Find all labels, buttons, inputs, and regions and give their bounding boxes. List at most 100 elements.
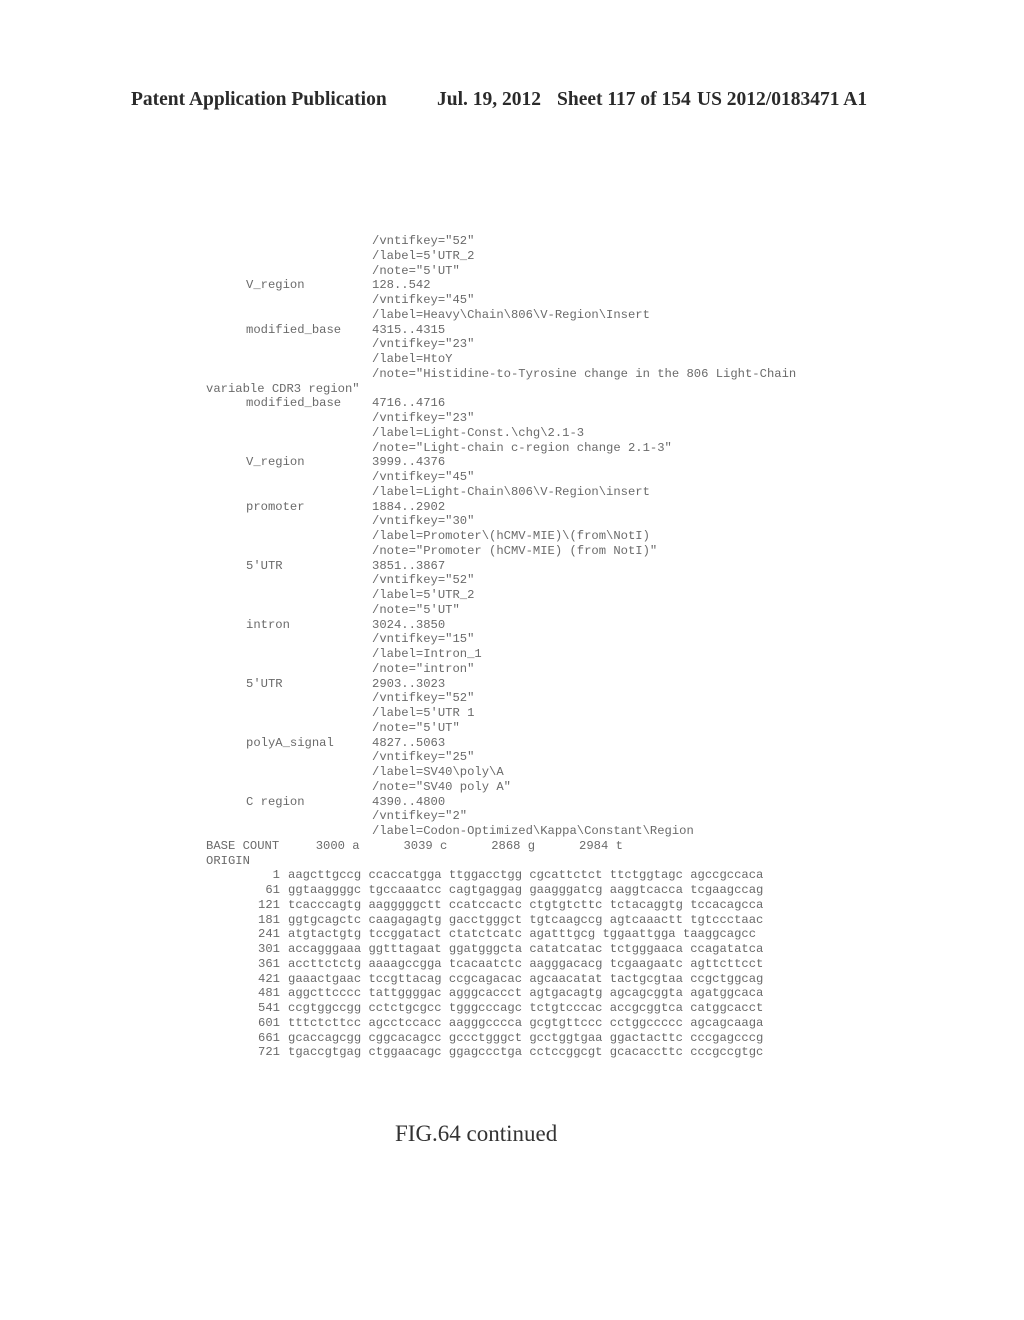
feature-value: 128..542 bbox=[372, 278, 431, 293]
sequence-block: ctgtgtcttc bbox=[529, 897, 603, 912]
origin-label: ORIGIN bbox=[206, 853, 250, 868]
feature-listing: /vntifkey="52"/label=5'UTR_2/note="5'UT"… bbox=[206, 234, 796, 868]
sequence-block: tccacagcca bbox=[690, 897, 764, 912]
sequence-block: caagagagtg bbox=[368, 912, 442, 927]
sequence-block: cctccggcgt bbox=[529, 1045, 603, 1060]
sequence-block: aaaagccgga bbox=[368, 956, 442, 971]
feature-value: /note="5'UT" bbox=[372, 602, 460, 617]
figure-caption: FIG.64 continued bbox=[395, 1121, 558, 1146]
feature-value: /note="5'UT" bbox=[372, 263, 460, 278]
sequence-block: gacctgggct bbox=[448, 912, 523, 927]
feature-line: polyA_signal 4827..5063 bbox=[206, 736, 796, 751]
sequence-block: tctacaggtg bbox=[609, 897, 683, 912]
sequence-position: 661 bbox=[258, 1030, 280, 1045]
feature-value: /vntifkey="52" bbox=[372, 573, 475, 588]
sequence-block: ccgtggccgg bbox=[288, 1001, 362, 1015]
sequence-block: aaggtcacca bbox=[609, 883, 683, 897]
feature-line: 5'UTR 2903..3023 bbox=[206, 677, 796, 692]
sequence-block: ctggaacagc bbox=[368, 1045, 442, 1060]
sequence-block: accgcggtca bbox=[609, 1001, 683, 1015]
feature-value: /vntifkey="15" bbox=[372, 632, 475, 647]
feature-line: /vntifkey="23" bbox=[206, 337, 796, 352]
feature-value: /label=Light-Const.\chg\2.1-3 bbox=[372, 425, 585, 440]
sequence-block: agcaacatat bbox=[529, 971, 603, 986]
feature-value: /note="Histidine-to-Tyrosine change in t… bbox=[372, 366, 797, 381]
feature-wrap-text: variable CDR3 region" bbox=[206, 381, 360, 396]
feature-value: /vntifkey="52" bbox=[372, 691, 475, 706]
sequence-block: agttcttcct bbox=[690, 956, 764, 971]
feature-value: 2903..3023 bbox=[372, 676, 446, 691]
sequence-block: catggcacct bbox=[690, 1001, 764, 1015]
feature-line: /note="5'UT" bbox=[206, 264, 796, 279]
feature-line: /vntifkey="52" bbox=[206, 234, 796, 249]
feature-line: /vntifkey="45" bbox=[206, 293, 796, 308]
publication-title: Patent Application Publication bbox=[131, 89, 387, 110]
sequence-position: 481 bbox=[258, 986, 280, 1001]
sequence-row: 361 accttctctg aaaagccgga tcacaatctc aagggac… bbox=[206, 957, 771, 972]
feature-value: /label=Heavy\Chain\806\V-Region\Insert bbox=[372, 307, 650, 322]
feature-line: variable CDR3 region" bbox=[206, 382, 796, 397]
sequence-block: agccgccaca bbox=[690, 868, 764, 883]
sequence-block: ttctggtagc bbox=[609, 868, 683, 883]
sequence-block: tgaccgtgag bbox=[288, 1045, 362, 1060]
feature-line: 5'UTR 3851..3867 bbox=[206, 559, 796, 574]
sequence-row: 481 aggcttcccc tattggggac agggcaccct agtgaca… bbox=[206, 986, 771, 1001]
feature-value: /label=5'UTR 1 bbox=[372, 706, 475, 720]
sequence-block: ggactacttc bbox=[609, 1030, 683, 1045]
sequence-block: accagggaaa bbox=[288, 942, 362, 956]
base-count: BASE COUNT 3000 a 3039 c 2868 g 2984 t bbox=[206, 839, 796, 854]
sequence-row: 421 gaaactgaac tccgttacag ccgcagacac agcaaca… bbox=[206, 972, 771, 987]
sequence-position: 61 bbox=[265, 883, 280, 897]
sequence-position: 421 bbox=[258, 971, 280, 986]
sequence-block: gccctgggct bbox=[448, 1030, 523, 1045]
sequence-block: ttggacctgg bbox=[448, 868, 523, 883]
sequence-block: agcagcaaga bbox=[690, 1015, 764, 1030]
feature-value: /vntifkey="52" bbox=[372, 234, 475, 248]
feature-line: /label=HtoY bbox=[206, 352, 796, 367]
feature-line: /vntifkey="52" bbox=[206, 691, 796, 706]
feature-key: promoter bbox=[246, 499, 305, 514]
feature-value: /vntifkey="25" bbox=[372, 750, 475, 765]
feature-value: /label=Light-Chain\806\V-Region\insert bbox=[372, 484, 650, 499]
sequence-block: cagtgaggag bbox=[448, 883, 523, 897]
sequence-position: 121 bbox=[258, 897, 280, 912]
feature-value: /vntifkey="23" bbox=[372, 411, 475, 425]
feature-value: /note="Promoter (hCMV-MIE) (from NotI)" bbox=[372, 543, 658, 558]
sequence-block: cctctgcgcc bbox=[368, 1001, 442, 1015]
sequence-block: atgtactgtg bbox=[288, 927, 362, 942]
sequence-block: tccgttacag bbox=[368, 971, 442, 986]
feature-key: modified_base bbox=[246, 396, 342, 411]
feature-key: 5'UTR bbox=[246, 558, 283, 573]
sequence-block: agcagcggta bbox=[609, 986, 683, 1001]
feature-key: modified_base bbox=[246, 322, 342, 337]
sequence-block: agggcaccct bbox=[448, 986, 523, 1001]
sequence-row: 661 gcaccagcgg cggcacagcc gccctgggct gcctggt… bbox=[206, 1031, 771, 1046]
sequence-block: cggcacagcc bbox=[368, 1030, 442, 1045]
sequence-row: 61 ggtaaggggc tgccaaatcc cagtgaggag gaagggat… bbox=[206, 883, 771, 898]
sequence-block: agcctccacc bbox=[368, 1015, 442, 1030]
feature-line: /label=Promoter\(hCMV-MIE)\(from\NotI) bbox=[206, 529, 796, 544]
sequence-row: 301 accagggaaa ggtttagaat ggatgggcta catatca… bbox=[206, 942, 771, 957]
feature-line: modified_base 4315..4315 bbox=[206, 323, 796, 338]
sequence-block: ccaccatgga bbox=[368, 868, 442, 883]
sequence-block: ccgcagacac bbox=[448, 971, 523, 986]
sequence-block: cccgccgtgc bbox=[690, 1045, 764, 1060]
feature-line: /label=Heavy\Chain\806\V-Region\Insert bbox=[206, 308, 796, 323]
feature-value: /note="intron" bbox=[372, 661, 475, 676]
sequence-position: 301 bbox=[258, 942, 280, 956]
sequence-block: gcacaccttc bbox=[609, 1045, 683, 1060]
sequence-block: tcgaagaatc bbox=[609, 956, 683, 971]
feature-value: 3024..3850 bbox=[372, 617, 446, 632]
sequence-block: tcacccagtg bbox=[288, 897, 362, 912]
feature-value: 4716..4716 bbox=[372, 396, 446, 411]
sequence-block: accttctctg bbox=[288, 956, 362, 971]
sequence-block: agtgacagtg bbox=[529, 986, 603, 1001]
sequence-block: cgcattctct bbox=[529, 868, 603, 883]
base-count-values: 3000 a 3039 c 2868 g 2984 t bbox=[279, 838, 623, 853]
sequence-block: ccagatatca bbox=[690, 942, 764, 956]
feature-value: /vntifkey="23" bbox=[372, 337, 475, 352]
sequence-block: ccatccactc bbox=[448, 897, 523, 912]
sequence-block: tttctcttcc bbox=[288, 1015, 362, 1030]
sequence-block: gcgtgttccc bbox=[529, 1015, 603, 1030]
feature-value: /label=Codon-Optimized\Kappa\Constant\Re… bbox=[372, 824, 694, 838]
